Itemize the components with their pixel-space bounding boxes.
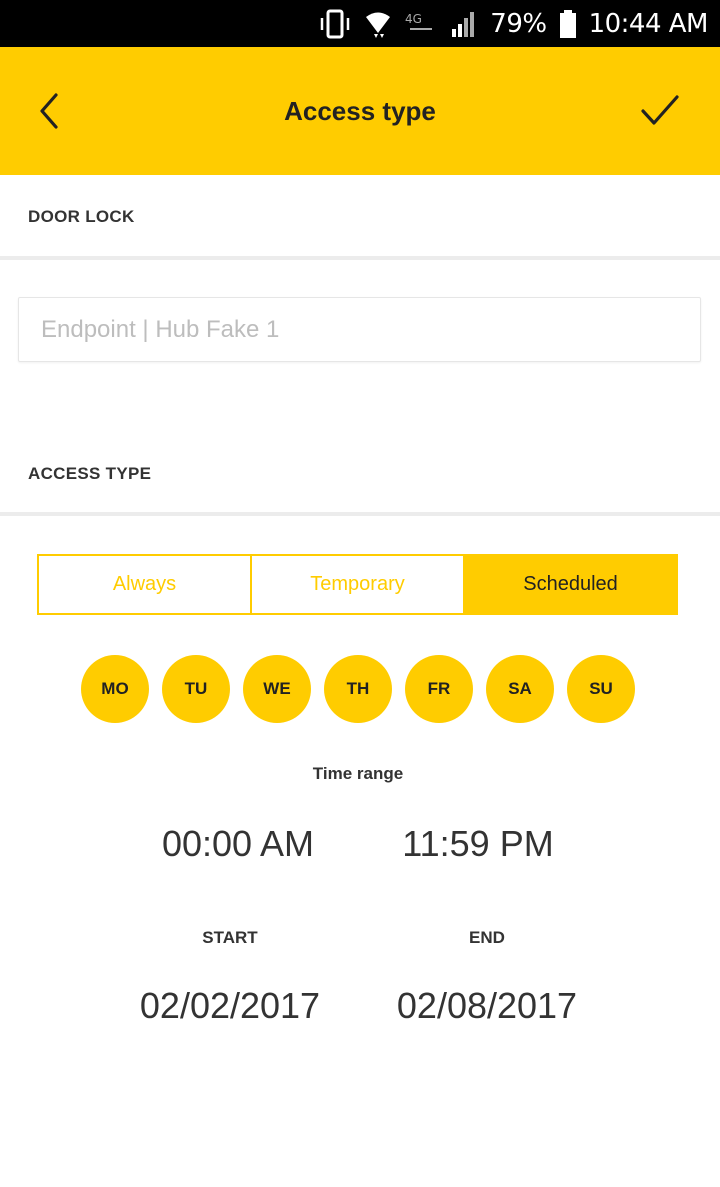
day-sunday[interactable]: SU — [567, 655, 635, 723]
segment-always[interactable]: Always — [39, 556, 250, 613]
confirm-button[interactable] — [636, 91, 686, 131]
day-saturday[interactable]: SA — [486, 655, 554, 723]
status-bar: 4G 79% 10:44 AM — [0, 0, 720, 47]
battery-percent: 79% — [490, 8, 547, 39]
time-range-label: Time range — [312, 764, 404, 783]
start-time-value[interactable]: 00:00 AM — [138, 823, 338, 865]
divider — [0, 256, 720, 260]
vibrate-icon — [318, 9, 352, 39]
clock-time: 10:44 AM — [588, 8, 709, 39]
access-type-selector: Always Temporary Scheduled — [37, 554, 678, 615]
end-time-value[interactable]: 11:59 PM — [378, 823, 578, 865]
app-bar: Access type — [0, 47, 720, 175]
day-wednesday[interactable]: WE — [243, 655, 311, 723]
svg-text:4G: 4G — [405, 12, 422, 26]
endpoint-field[interactable]: Endpoint | Hub Fake 1 — [18, 297, 701, 362]
start-date-value[interactable]: 02/02/2017 — [110, 985, 350, 1027]
end-label: END — [469, 928, 505, 947]
endpoint-placeholder: Endpoint | Hub Fake 1 — [41, 315, 280, 343]
door-lock-label: DOOR LOCK — [28, 207, 135, 226]
divider — [0, 512, 720, 516]
checkmark-icon — [636, 95, 686, 135]
day-friday[interactable]: FR — [405, 655, 473, 723]
start-label: START — [202, 928, 258, 947]
battery-icon — [559, 9, 577, 39]
signal-icon — [450, 9, 478, 39]
segment-scheduled[interactable]: Scheduled — [463, 556, 676, 613]
day-thursday[interactable]: TH — [324, 655, 392, 723]
day-tuesday[interactable]: TU — [162, 655, 230, 723]
page-title: Access type — [284, 95, 436, 126]
lte-icon: 4G — [404, 9, 438, 39]
day-monday[interactable]: MO — [81, 655, 149, 723]
wifi-icon — [364, 9, 392, 39]
segment-temporary[interactable]: Temporary — [250, 556, 463, 613]
end-date-value[interactable]: 02/08/2017 — [367, 985, 607, 1027]
chevron-left-icon — [30, 93, 74, 139]
back-button[interactable] — [30, 87, 74, 135]
access-type-label: ACCESS TYPE — [28, 464, 152, 483]
day-selector: MO TU WE TH FR SA SU — [81, 655, 641, 723]
